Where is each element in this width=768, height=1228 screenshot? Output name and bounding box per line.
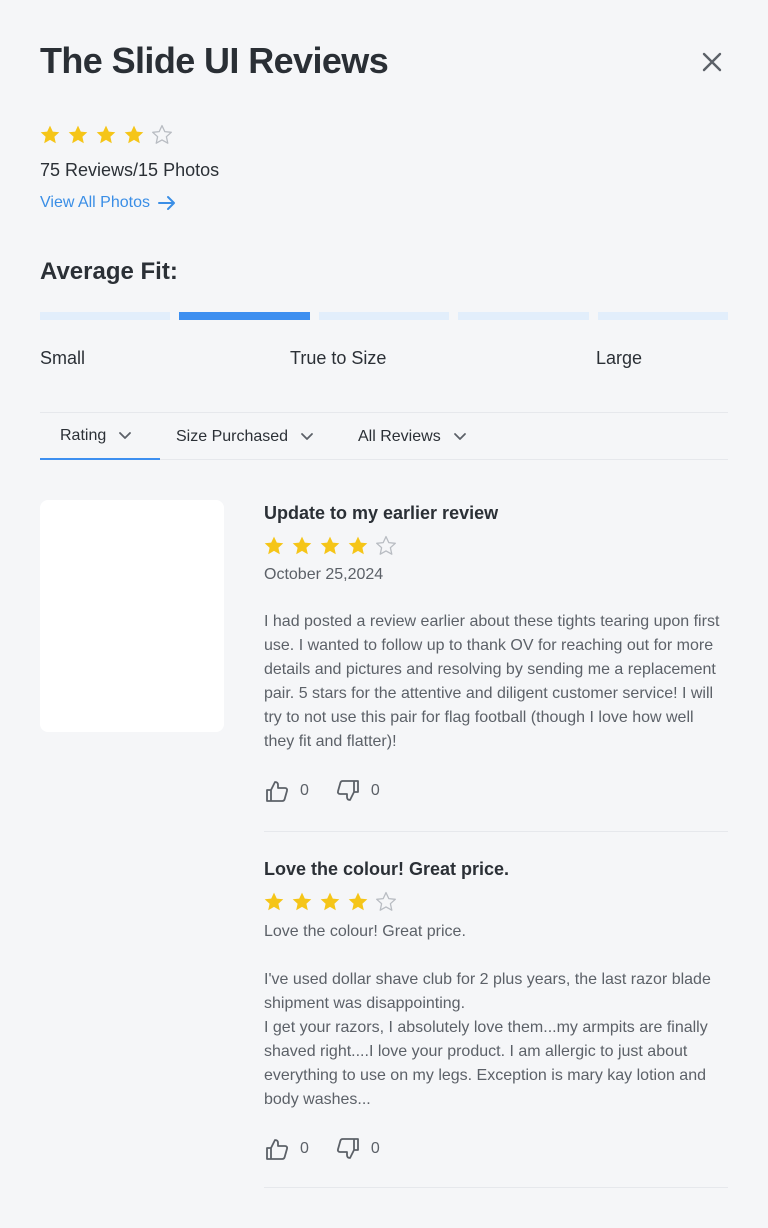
review-divider [264,1187,728,1188]
filter-rating-label: Rating [60,426,107,444]
star-filled-icon [68,125,88,144]
review-subtitle: Love the colour! Great price. [264,923,466,940]
chevron-down-icon [301,432,313,440]
fit-label-large: Large [596,348,643,368]
page-title: The Slide UI Reviews [40,40,389,81]
thumbs-down-icon[interactable] [335,1136,361,1162]
arrow-right-icon [158,196,175,210]
fit-segment [597,312,729,320]
star-filled-icon [348,536,368,555]
star-filled-icon [348,892,368,911]
fit-label-small: Small [40,348,86,368]
star-empty-icon [376,891,396,911]
review-body-paragraph: I've used dollar shave club for 2 plus y… [264,971,711,1012]
review-date: October 25,2024 [264,566,384,583]
fit-segment-active [179,312,310,320]
filter-size-purchased-dropdown[interactable]: Size Purchased [176,413,314,460]
dislike-count: 0 [370,1140,380,1157]
fit-segment [318,312,450,320]
like-count: 0 [300,1140,309,1157]
review-photo-count: 75 Reviews/15 Photos [40,160,220,180]
fit-segment [40,312,171,320]
chevron-down-icon [453,432,466,440]
star-filled-icon [264,892,284,911]
star-filled-icon [292,536,312,555]
star-filled-icon [320,536,340,555]
fit-label-true-to-size: True to Size [290,348,387,368]
star-empty-icon [376,535,396,555]
star-filled-icon [96,125,116,144]
fit-meter [40,312,729,320]
filter-all-reviews-dropdown[interactable]: All Reviews [358,413,467,460]
filter-size-purchased-label: Size Purchased [176,427,289,445]
review-votes: 0 0 [264,778,728,804]
review-item: Update to my earlier review October 25,2… [264,503,728,804]
review-votes: 0 0 [264,1136,728,1162]
view-all-photos-label: View All Photos [40,194,150,211]
star-filled-icon [264,536,284,555]
review-title: Love the colour! Great price. [264,859,510,879]
thumbs-up-icon[interactable] [264,1136,290,1162]
thumbs-up-icon[interactable] [264,778,290,804]
review-item: Love the colour! Great price. Love the c… [264,859,728,1162]
star-filled-icon [292,892,312,911]
close-button[interactable] [698,48,726,76]
review-divider [264,831,728,832]
filter-all-reviews-label: All Reviews [358,427,441,445]
review-body-paragraph: I get your razors, I absolutely love the… [264,1019,708,1108]
dislike-count: 0 [370,782,380,799]
review-title: Update to my earlier review [264,503,499,523]
review-rating-stars [262,534,728,558]
rating-filter-card [40,500,224,732]
review-body: I had posted a review earlier about thes… [264,613,720,750]
view-all-photos-link[interactable]: View All Photos [40,194,176,212]
overall-rating-stars [38,123,174,147]
like-count: 0 [300,782,309,799]
star-filled-icon [320,892,340,911]
fit-segment [458,312,589,320]
star-filled-icon [124,125,144,144]
average-fit-title: Average Fit: [40,258,178,285]
star-filled-icon [40,125,60,144]
filter-bar: Rating Size Purchased All Reviews [40,412,728,460]
filter-rating-dropdown[interactable]: Rating [40,413,160,460]
star-empty-icon [152,124,172,144]
review-rating-stars [262,890,728,914]
chevron-down-icon [119,431,132,439]
thumbs-down-icon[interactable] [335,778,361,804]
close-icon [702,52,722,72]
